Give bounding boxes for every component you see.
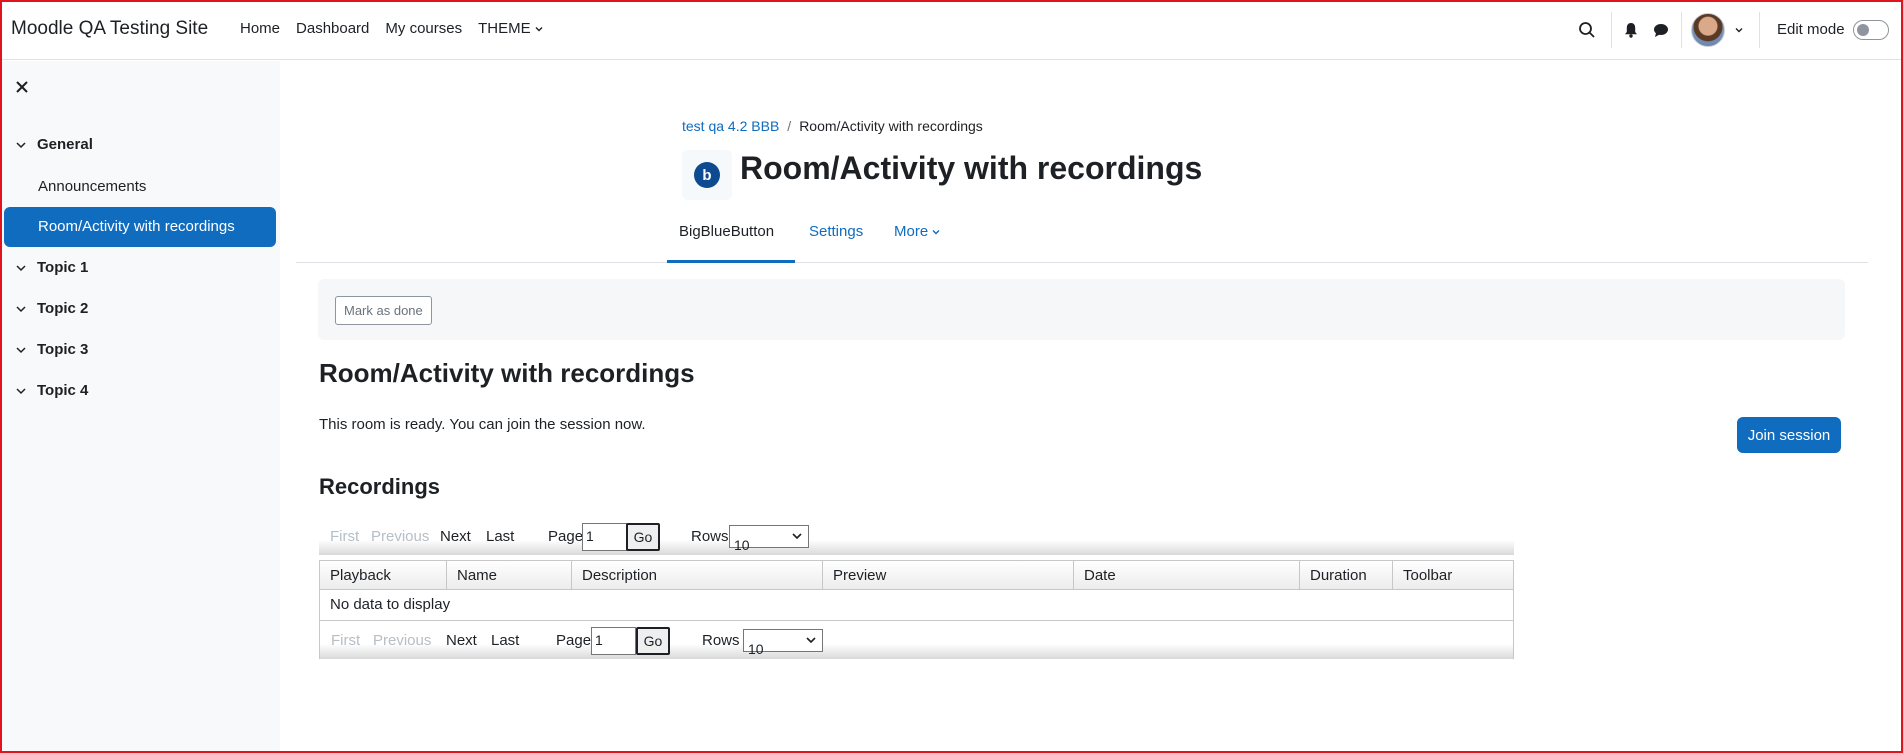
nav-home[interactable]: Home: [240, 20, 280, 37]
chevron-down-icon: [16, 264, 26, 271]
chevron-down-icon: [932, 230, 940, 235]
section-topic-1[interactable]: Topic 1: [15, 259, 88, 276]
column-description[interactable]: Description: [572, 561, 823, 589]
activity-announcements[interactable]: Announcements: [38, 178, 146, 195]
column-date[interactable]: Date: [1074, 561, 1300, 589]
pager-next[interactable]: Next: [440, 528, 471, 545]
navbar-divider: [1681, 12, 1682, 48]
bbb-logo-letter: b: [694, 162, 720, 188]
pager-first[interactable]: First: [330, 528, 359, 545]
nav-theme[interactable]: THEME: [478, 20, 544, 37]
primary-navigation: Home Dashboard My courses THEME: [240, 20, 560, 37]
navbar-divider: [1759, 12, 1760, 48]
rows-select-value: 10: [748, 641, 764, 657]
tab-more[interactable]: More: [894, 223, 941, 263]
breadcrumb-course-link[interactable]: test qa 4.2 BBB: [682, 118, 779, 134]
chat-icon[interactable]: [1651, 20, 1671, 40]
room-heading: Room/Activity with recordings: [319, 358, 695, 388]
recordings-pager-bottom: First Previous Next Last Page 1 Go Rows …: [319, 621, 1514, 659]
tab-settings[interactable]: Settings: [809, 223, 863, 263]
activity-room-with-recordings[interactable]: Room/Activity with recordings: [4, 207, 276, 247]
section-label: Topic 1: [37, 259, 89, 276]
recordings-table-header: Playback Name Description Preview Date D…: [319, 560, 1514, 590]
toggle-knob: [1857, 24, 1869, 36]
bell-icon[interactable]: [1622, 20, 1640, 40]
pager-last[interactable]: Last: [491, 632, 519, 649]
pager-rows-label: Rows: [702, 632, 740, 649]
recordings-heading: Recordings: [319, 474, 441, 499]
column-name[interactable]: Name: [447, 561, 572, 589]
chevron-down-icon: [792, 533, 802, 540]
pager-previous[interactable]: Previous: [371, 528, 429, 545]
chevron-down-icon: [16, 346, 26, 353]
join-session-button[interactable]: Join session: [1737, 417, 1841, 453]
section-label: General: [37, 136, 93, 153]
section-topic-3[interactable]: Topic 3: [15, 341, 88, 358]
pager-page-label: Page: [548, 528, 584, 545]
pager-first[interactable]: First: [331, 632, 360, 649]
pager-rows-label: Rows: [691, 528, 729, 545]
chevron-down-icon: [535, 27, 543, 32]
top-navbar: Moodle QA Testing Site Home Dashboard My…: [0, 0, 1903, 60]
activity-completion-panel: Mark as done: [318, 279, 1845, 340]
tab-more-label: More: [894, 223, 929, 240]
secondary-navigation: BigBlueButton Settings More: [296, 215, 1868, 263]
breadcrumb-current: Room/Activity with recordings: [799, 118, 983, 134]
section-label: Topic 4: [37, 382, 89, 399]
pager-previous[interactable]: Previous: [373, 632, 431, 649]
nav-my-courses[interactable]: My courses: [385, 20, 462, 37]
table-empty-message: No data to display: [319, 590, 1514, 621]
column-duration[interactable]: Duration: [1300, 561, 1393, 589]
pager-next[interactable]: Next: [446, 632, 477, 649]
mark-as-done-button[interactable]: Mark as done: [335, 296, 432, 325]
recordings-pager-top: First Previous Next Last Page 1 Go Rows …: [319, 517, 1514, 555]
site-name[interactable]: Moodle QA Testing Site: [11, 18, 208, 40]
column-playback[interactable]: Playback: [320, 561, 447, 589]
section-general[interactable]: General: [15, 136, 93, 153]
edit-mode-label: Edit mode: [1777, 21, 1845, 38]
breadcrumb-separator: /: [787, 118, 792, 134]
rows-per-page-select[interactable]: 10: [743, 629, 823, 657]
go-button[interactable]: Go: [626, 523, 660, 551]
tab-bigbluebutton[interactable]: BigBlueButton: [667, 223, 795, 263]
pager-page-label: Page: [556, 632, 592, 649]
chevron-down-icon: [806, 637, 816, 644]
chevron-down-icon: [16, 141, 26, 148]
rows-select-value: 10: [734, 537, 750, 553]
close-icon[interactable]: [15, 80, 31, 96]
rows-per-page-select[interactable]: 10: [729, 525, 809, 553]
section-topic-4[interactable]: Topic 4: [15, 382, 88, 399]
avatar[interactable]: [1691, 13, 1725, 47]
section-label: Topic 2: [37, 300, 89, 317]
chevron-down-icon[interactable]: [1733, 24, 1745, 36]
section-label: Topic 3: [37, 341, 89, 358]
breadcrumb: test qa 4.2 BBB / Room/Activity with recor…: [682, 118, 983, 134]
page-title: Room/Activity with recordings: [740, 150, 1203, 186]
chevron-down-icon: [16, 387, 26, 394]
page-number-input[interactable]: 1: [582, 523, 627, 551]
nav-theme-label: THEME: [478, 20, 531, 37]
page-number-input[interactable]: 1: [591, 627, 636, 655]
pager-last[interactable]: Last: [486, 528, 514, 545]
edit-mode-toggle[interactable]: [1853, 20, 1889, 40]
column-preview[interactable]: Preview: [823, 561, 1074, 589]
navbar-divider: [1611, 12, 1612, 48]
section-topic-2[interactable]: Topic 2: [15, 300, 88, 317]
go-button[interactable]: Go: [636, 627, 670, 655]
nav-dashboard[interactable]: Dashboard: [296, 20, 369, 37]
bigbluebutton-icon: b: [682, 150, 732, 200]
room-status-text: This room is ready. You can join the ses…: [319, 416, 646, 433]
search-icon[interactable]: [1577, 20, 1597, 40]
column-toolbar[interactable]: Toolbar: [1393, 561, 1513, 589]
course-index-drawer: General Announcements Room/Activity with…: [2, 61, 280, 751]
chevron-down-icon: [16, 305, 26, 312]
